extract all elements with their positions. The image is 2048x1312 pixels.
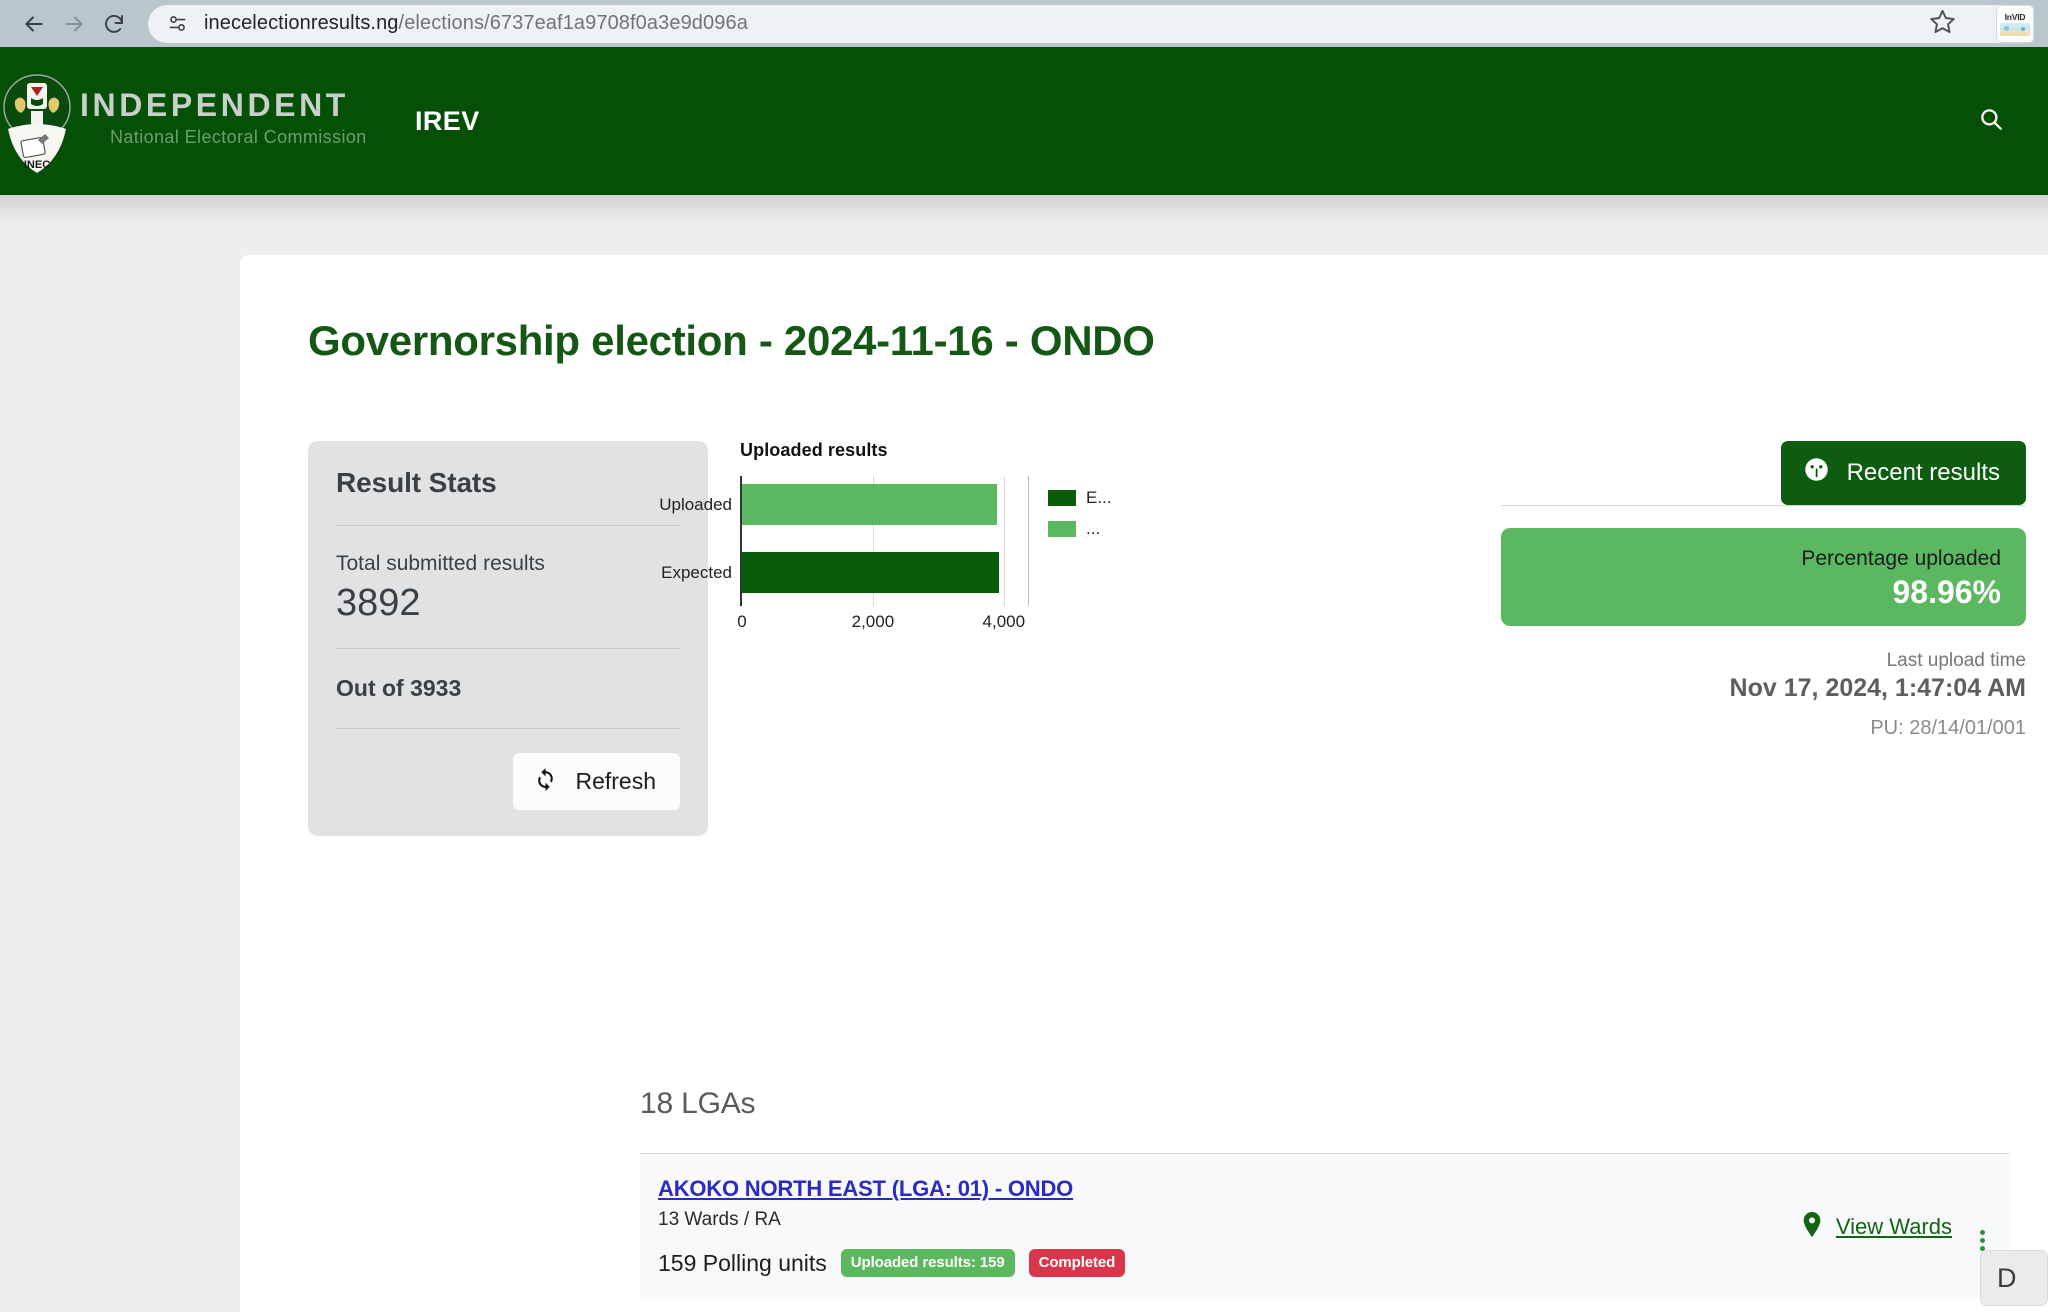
uploaded-results-badge: Uploaded results: 159 bbox=[840, 1249, 1015, 1277]
refresh-row: Refresh bbox=[336, 729, 680, 810]
brand-line-independent: INDEPENDENT bbox=[80, 87, 349, 123]
lga-polling-units: 159 Polling units bbox=[658, 1249, 827, 1276]
inec-seal-logo: INEC bbox=[0, 67, 74, 175]
last-upload-label: Last upload time bbox=[1886, 650, 2026, 671]
last-upload-value: Nov 17, 2024, 1:47:04 AM bbox=[1729, 674, 2026, 702]
url-text: inecelectionresults.ng/elections/6737eaf… bbox=[204, 12, 748, 35]
polling-unit-text: PU: 28/14/01/001 bbox=[1870, 717, 2026, 739]
chart-xtick-4000: 4,000 bbox=[982, 612, 1026, 631]
svg-text:INEC: INEC bbox=[24, 159, 50, 171]
back-arrow-icon bbox=[21, 11, 47, 37]
invid-extension-art bbox=[2000, 22, 2030, 36]
reload-button[interactable] bbox=[94, 4, 134, 44]
legend-swatch-expected bbox=[1048, 490, 1076, 506]
recent-results-button[interactable]: Recent results bbox=[1780, 441, 2026, 505]
corner-widget[interactable]: D bbox=[1980, 1250, 2048, 1306]
legend-label-uploaded: ... bbox=[1086, 519, 1101, 538]
chart-plot-area: Uploaded Expected 0 2,000 4,000 bbox=[659, 476, 1029, 631]
legend-label-expected: E... bbox=[1086, 488, 1112, 507]
browser-toolbar: inecelectionresults.ng/elections/6737eaf… bbox=[0, 0, 2048, 47]
legend-item-expected: E... bbox=[1048, 488, 1112, 508]
header-search-button[interactable] bbox=[1968, 98, 2014, 144]
lga-count-label: 18 LGAs bbox=[640, 1087, 756, 1120]
divider bbox=[1501, 505, 2026, 506]
page-title: Governorship election - 2024-11-16 - OND… bbox=[308, 317, 1155, 364]
summary-panel: Recent results Percentage uploaded 98.96… bbox=[1501, 441, 2026, 740]
chart-bar-uploaded: Uploaded bbox=[659, 484, 997, 525]
invid-extension-label: InVID bbox=[2004, 11, 2026, 22]
total-submitted-block: Total submitted results 3892 bbox=[336, 526, 680, 648]
chart-xtick-2000: 2,000 bbox=[851, 612, 895, 631]
chart-category-label-uploaded: Uploaded bbox=[659, 495, 732, 514]
refresh-icon bbox=[533, 766, 558, 797]
lga-info: AKOKO NORTH EAST (LGA: 01) - ONDO 13 War… bbox=[658, 1176, 1802, 1277]
irev-app-name[interactable]: IREV bbox=[415, 106, 480, 137]
chart-category-label-expected: Expected bbox=[661, 563, 732, 582]
url-path: /elections/6737eaf1a9708f0a3e9d096a bbox=[398, 12, 748, 34]
invid-extension-icon[interactable]: InVID bbox=[1996, 5, 2034, 43]
star-icon bbox=[1929, 8, 1956, 40]
url-host: inecelectionresults.ng bbox=[204, 12, 399, 34]
map-pin-icon bbox=[1802, 1211, 1822, 1242]
percentage-uploaded-label: Percentage uploaded bbox=[1801, 547, 2001, 570]
percentage-uploaded-value: 98.96% bbox=[1892, 574, 2001, 610]
percentage-uploaded-card: Percentage uploaded 98.96% bbox=[1501, 528, 2026, 626]
total-submitted-label: Total submitted results bbox=[336, 552, 545, 575]
address-bar[interactable]: inecelectionresults.ng/elections/6737eaf… bbox=[148, 4, 2018, 43]
result-stats-title: Result Stats bbox=[336, 467, 497, 498]
forward-arrow-icon bbox=[61, 11, 87, 37]
brand-text: INDEPENDENT National Electoral Commissio… bbox=[80, 87, 367, 149]
refresh-label: Refresh bbox=[575, 768, 656, 794]
brand-line-commission: National Electoral Commission bbox=[110, 127, 367, 147]
status-badge: Completed bbox=[1028, 1249, 1126, 1277]
table-row[interactable]: AKOKO NORTH EAST (LGA: 01) - ONDO 13 War… bbox=[640, 1154, 2010, 1297]
lga-link[interactable]: AKOKO NORTH EAST (LGA: 01) - ONDO bbox=[658, 1176, 1802, 1202]
refresh-button[interactable]: Refresh bbox=[513, 753, 680, 810]
chart-gridline bbox=[1003, 476, 1005, 606]
site-settings-icon[interactable] bbox=[164, 11, 190, 37]
chart-bar-expected: Expected bbox=[661, 552, 1000, 593]
bookmark-button[interactable] bbox=[1922, 4, 1962, 44]
forward-button[interactable] bbox=[54, 4, 94, 44]
uploaded-results-chart: Uploaded results Uploaded Expected 0 2,0… bbox=[645, 440, 1175, 700]
site-header: INEC INDEPENDENT National Electoral Comm… bbox=[0, 47, 2048, 195]
back-button[interactable] bbox=[14, 4, 54, 44]
legend-swatch-uploaded bbox=[1048, 521, 1076, 537]
lga-list-section: 18 LGAs AKOKO NORTH EAST (LGA: 01) - OND… bbox=[640, 1087, 2010, 1312]
search-icon bbox=[1978, 106, 2004, 137]
brand[interactable]: INEC INDEPENDENT National Electoral Comm… bbox=[0, 47, 380, 195]
total-submitted-value: 3892 bbox=[336, 582, 421, 624]
lga-wards-count: 13 Wards / RA bbox=[658, 1209, 781, 1230]
gauge-icon bbox=[1803, 456, 1830, 490]
chart-legend: E... ... bbox=[1048, 488, 1112, 550]
legend-item-uploaded: ... bbox=[1048, 519, 1112, 539]
out-of-text: Out of 3933 bbox=[336, 675, 462, 701]
recent-results-label: Recent results bbox=[1846, 459, 2000, 486]
chart-xtick-0: 0 bbox=[737, 612, 747, 631]
table-row[interactable]: IDANRE (LGA: 08) - ONDO 10 Wards / RA 16… bbox=[640, 1297, 2010, 1312]
view-wards-label: View Wards bbox=[1835, 1213, 1952, 1239]
reload-icon bbox=[102, 12, 126, 36]
chart-gridline bbox=[1028, 476, 1029, 606]
chart-title: Uploaded results bbox=[740, 440, 888, 460]
lga-stats-row: 159 Polling units Uploaded results: 159 … bbox=[658, 1249, 1802, 1277]
content-card: Governorship election - 2024-11-16 - OND… bbox=[240, 255, 2048, 1312]
view-wards-link[interactable]: View Wards bbox=[1802, 1211, 1952, 1242]
